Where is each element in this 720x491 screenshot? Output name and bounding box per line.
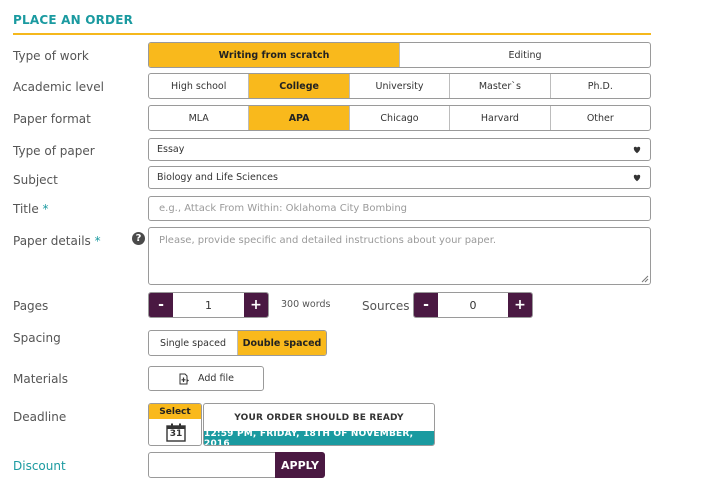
type-of-work-toggle: Writing from scratch Editing (148, 42, 651, 68)
academic-level-label: Academic level (13, 80, 104, 94)
pages-label: Pages (13, 299, 49, 313)
help-icon[interactable]: ? (132, 232, 145, 245)
pages-plus-button[interactable]: + (244, 293, 268, 317)
resize-handle-icon[interactable] (641, 275, 649, 283)
paper-details-textarea[interactable] (148, 227, 651, 285)
spacing-option-single[interactable]: Single spaced (149, 331, 238, 355)
pages-value[interactable]: 1 (173, 293, 244, 317)
paper-format-option-apa[interactable]: APA (249, 106, 350, 130)
deadline-label: Deadline (13, 410, 67, 424)
title-label: Title * (13, 202, 49, 216)
academic-level-option-masters[interactable]: Master`s (450, 74, 551, 98)
subject-select[interactable]: Biology and Life Sciences (148, 166, 651, 189)
type-of-work-option-editing[interactable]: Editing (400, 43, 650, 67)
subject-label: Subject (13, 173, 58, 187)
deadline-ready-date: 12:59 PM, FRIDAY, 18TH OF NOVEMBER, 2016 (204, 429, 434, 445)
paper-format-option-chicago[interactable]: Chicago (350, 106, 451, 130)
sources-plus-button[interactable]: + (508, 293, 532, 317)
title-label-text: Title (13, 202, 39, 216)
deadline-summary: YOUR ORDER SHOULD BE READY 12:59 PM, FRI… (203, 403, 435, 446)
file-add-icon (179, 373, 190, 384)
spacing-toggle: Single spaced Double spaced (148, 330, 327, 356)
chevron-down-icon (633, 146, 641, 154)
sources-value[interactable]: 0 (438, 293, 508, 317)
paper-format-option-harvard[interactable]: Harvard (450, 106, 551, 130)
materials-label: Materials (13, 372, 69, 386)
discount-label: Discount (13, 459, 66, 473)
deadline-ready-text: YOUR ORDER SHOULD BE READY (234, 412, 404, 423)
page-title: PLACE AN ORDER (13, 13, 134, 27)
calendar-day: 31 (169, 429, 183, 439)
sources-label: Sources (362, 299, 410, 313)
pages-stepper: - 1 + (148, 292, 269, 318)
academic-level-toggle: High school College University Master`s … (148, 73, 651, 99)
deadline-select-label: Select (149, 404, 201, 419)
academic-level-option-high-school[interactable]: High school (149, 74, 250, 98)
type-of-paper-label: Type of paper (13, 144, 95, 158)
type-of-paper-select[interactable]: Essay (148, 138, 651, 161)
pages-minus-button[interactable]: - (149, 293, 173, 317)
apply-button[interactable]: APPLY (275, 452, 325, 478)
sources-minus-button[interactable]: - (414, 293, 438, 317)
subject-value: Biology and Life Sciences (157, 172, 278, 183)
words-count: 300 words (281, 299, 331, 310)
spacing-option-double[interactable]: Double spaced (238, 331, 326, 355)
title-input[interactable] (148, 196, 651, 221)
add-file-label: Add file (198, 373, 234, 384)
required-mark: * (42, 202, 49, 216)
type-of-paper-value: Essay (157, 144, 185, 155)
deadline-select-button[interactable]: Select 31 (148, 403, 202, 446)
academic-level-option-university[interactable]: University (350, 74, 451, 98)
add-file-button[interactable]: Add file (148, 366, 264, 391)
title-divider (13, 33, 651, 35)
required-mark: * (94, 234, 101, 248)
paper-details-label: Paper details * (13, 234, 101, 248)
paper-details-label-text: Paper details (13, 234, 91, 248)
chevron-down-icon (633, 174, 641, 182)
paper-format-option-mla[interactable]: MLA (149, 106, 250, 130)
type-of-work-option-writing[interactable]: Writing from scratch (149, 43, 400, 67)
paper-format-label: Paper format (13, 112, 91, 126)
paper-format-option-other[interactable]: Other (551, 106, 650, 130)
sources-stepper: - 0 + (413, 292, 533, 318)
academic-level-option-phd[interactable]: Ph.D. (551, 74, 650, 98)
type-of-work-label: Type of work (13, 49, 89, 63)
discount-input[interactable] (148, 452, 276, 478)
paper-format-toggle: MLA APA Chicago Harvard Other (148, 105, 651, 131)
spacing-label: Spacing (13, 331, 61, 345)
academic-level-option-college[interactable]: College (249, 74, 350, 98)
